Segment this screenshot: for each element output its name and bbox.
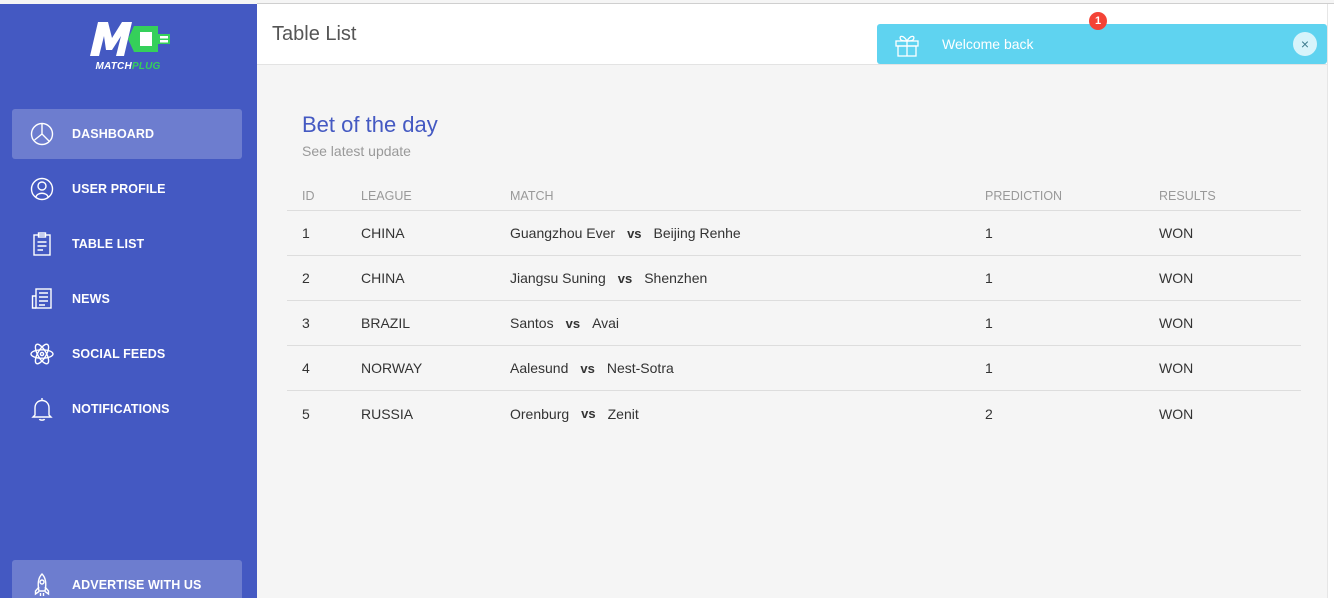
column-header-prediction[interactable]: PREDICTION <box>985 180 1062 210</box>
cell-result: WON <box>1159 225 1194 241</box>
sidebar-item-user-profile[interactable]: USER PROFILE <box>12 164 242 214</box>
card-subtitle: See latest update <box>302 143 411 159</box>
table-row[interactable]: 5 RUSSIA Orenburg vs Zenit 2 WON <box>287 391 1301 436</box>
column-header-match[interactable]: MATCH <box>510 180 554 210</box>
table-row[interactable]: 2 CHINA Jiangsu Suning vs Shenzhen 1 WON <box>287 256 1301 301</box>
page-title: Table List <box>272 23 357 45</box>
table-row[interactable]: 1 CHINA Guangzhou Ever vs Beijing Renhe 1 … <box>287 211 1301 256</box>
cell-prediction: 1 <box>985 270 993 286</box>
sidebar-item-label: NEWS <box>72 292 110 306</box>
bets-table: ID LEAGUE MATCH PREDICTION RESULTS 1 CHI… <box>287 180 1301 436</box>
cell-prediction: 1 <box>985 360 993 376</box>
user-icon <box>29 176 55 202</box>
home-team: Jiangsu Suning <box>510 270 606 286</box>
vs-label: vs <box>565 315 581 331</box>
column-header-league[interactable]: LEAGUE <box>361 180 412 210</box>
card-title: Bet of the day <box>302 112 438 137</box>
cell-prediction: 2 <box>985 405 993 422</box>
table-row[interactable]: 4 NORWAY Aalesund vs Nest-Sotra 1 WON <box>287 346 1301 391</box>
cell-result: WON <box>1159 405 1194 422</box>
cell-id: 5 <box>302 405 310 422</box>
vs-label: vs <box>617 270 633 286</box>
cell-league: BRAZIL <box>361 315 411 331</box>
cell-league: NORWAY <box>361 360 423 376</box>
cell-id: 4 <box>302 360 310 376</box>
newspaper-icon <box>29 286 55 312</box>
matchplug-logo-icon <box>90 22 170 56</box>
pie-chart-icon <box>29 121 55 147</box>
cell-id: 1 <box>302 225 310 241</box>
advertise-label: ADVERTISE WITH US <box>72 578 202 592</box>
away-team: Beijing Renhe <box>653 225 741 241</box>
welcome-toast: Welcome back × <box>877 24 1327 64</box>
cell-prediction: 1 <box>985 225 993 241</box>
away-team: Avai <box>592 315 620 331</box>
advertise-button[interactable]: ADVERTISE WITH US <box>12 560 242 598</box>
sidebar-item-social-feeds[interactable]: SOCIAL FEEDS <box>12 329 242 379</box>
column-header-id[interactable]: ID <box>302 180 315 210</box>
sidebar: MATCHPLUG DASHBOARD USER PROFILE TABLE L… <box>0 4 257 598</box>
cell-league: CHINA <box>361 270 405 286</box>
cell-match: Jiangsu Suning vs Shenzhen <box>510 256 707 300</box>
home-team: Santos <box>510 315 554 331</box>
home-team: Guangzhou Ever <box>510 225 616 241</box>
sidebar-item-news[interactable]: NEWS <box>12 274 242 324</box>
cell-match: Guangzhou Ever vs Beijing Renhe <box>510 211 741 255</box>
cell-match: Santos vs Avai <box>510 301 619 345</box>
cell-result: WON <box>1159 315 1194 331</box>
cell-result: WON <box>1159 270 1194 286</box>
cell-id: 3 <box>302 315 310 331</box>
clipboard-icon <box>29 231 55 257</box>
cell-result: WON <box>1159 360 1194 376</box>
home-team: Aalesund <box>510 360 569 376</box>
sidebar-item-label: DASHBOARD <box>72 127 155 141</box>
away-team: Nest-Sotra <box>606 360 674 376</box>
home-team: Orenburg <box>510 405 570 422</box>
brand-name: MATCHPLUG <box>95 61 161 72</box>
table-header: ID LEAGUE MATCH PREDICTION RESULTS <box>287 180 1301 211</box>
cell-prediction: 1 <box>985 315 993 331</box>
vs-label: vs <box>627 225 642 241</box>
cell-league: RUSSIA <box>361 405 414 422</box>
away-team: Zenit <box>607 405 639 422</box>
bell-icon <box>29 396 55 422</box>
table-row[interactable]: 3 BRAZIL Santos vs Avai 1 WON <box>287 301 1301 346</box>
away-team: Shenzhen <box>644 270 708 286</box>
vs-label: vs <box>581 406 596 421</box>
sidebar-item-notifications[interactable]: NOTIFICATIONS <box>12 384 242 434</box>
sidebar-item-label: SOCIAL FEEDS <box>72 347 166 361</box>
brand-logo[interactable]: MATCHPLUG <box>82 20 174 76</box>
cell-league: CHINA <box>361 225 405 241</box>
sidebar-item-label: TABLE LIST <box>72 237 145 251</box>
rocket-icon <box>29 572 55 598</box>
column-header-results[interactable]: RESULTS <box>1159 180 1216 210</box>
vs-label: vs <box>580 360 595 376</box>
cell-match: Orenburg vs Zenit <box>510 391 639 436</box>
scrollbar-track[interactable] <box>1327 4 1334 598</box>
sidebar-item-table-list[interactable]: TABLE LIST <box>12 219 242 269</box>
cell-match: Aalesund vs Nest-Sotra <box>510 346 674 390</box>
gift-icon <box>893 30 921 58</box>
toast-message: Welcome back <box>942 36 1034 52</box>
notification-badge[interactable]: 1 <box>1089 12 1107 30</box>
sidebar-item-dashboard[interactable]: DASHBOARD <box>12 109 242 159</box>
toast-close-button[interactable]: × <box>1293 32 1317 56</box>
sidebar-item-label: USER PROFILE <box>72 182 166 196</box>
atom-icon <box>29 341 55 367</box>
sidebar-item-label: NOTIFICATIONS <box>72 402 170 416</box>
cell-id: 2 <box>302 270 310 286</box>
